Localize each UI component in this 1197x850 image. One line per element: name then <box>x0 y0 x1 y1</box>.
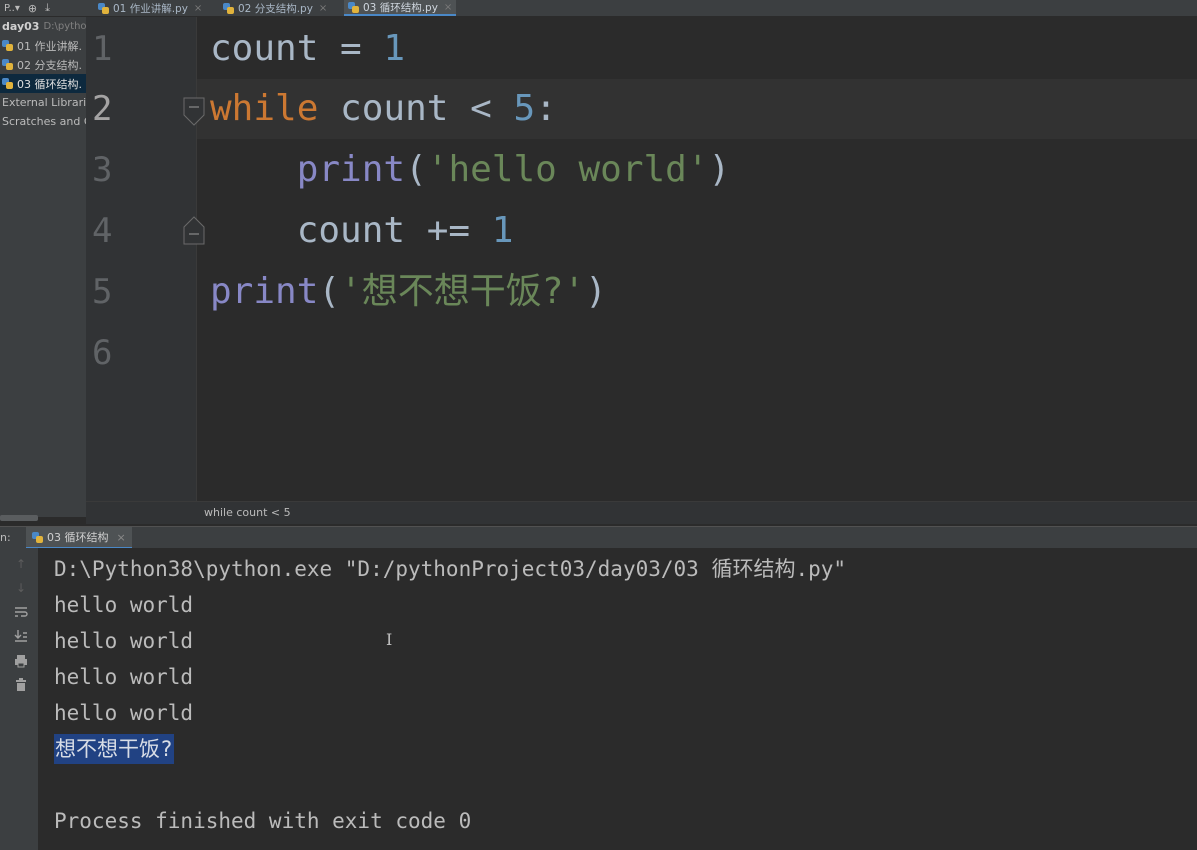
operator: += <box>426 210 492 251</box>
folder-path: D:\pytho <box>43 21 86 32</box>
project-view-dropdown[interactable]: P..▾ <box>4 3 20 14</box>
line-number: 5 <box>92 272 113 312</box>
string-literal: '想不想干饭?' <box>340 271 586 312</box>
code-line-4: count += 1 <box>210 201 514 261</box>
tree-item-label: 02 分支结构. <box>17 58 82 72</box>
operator: < <box>470 88 514 129</box>
code-line-3: print('hello world') <box>210 140 731 200</box>
soft-wrap-icon[interactable] <box>12 605 30 621</box>
identifier: count <box>318 88 471 129</box>
line-number: 6 <box>92 333 113 373</box>
project-tree: day03 D:\pytho 01 作业讲解. 02 分支结构. 03 循环结构… <box>0 17 86 517</box>
python-file-icon <box>2 40 13 51</box>
run-tab-03-loop[interactable]: 03 循环结构 × <box>26 527 132 549</box>
arrow-down-icon[interactable]: ↓ <box>12 580 30 596</box>
code-line-5: print('想不想干饭?') <box>210 262 607 322</box>
colon: : <box>535 88 557 129</box>
operator: = <box>318 28 384 69</box>
run-label: n: <box>0 531 11 544</box>
keyword: while <box>210 88 319 129</box>
tab-02-branch[interactable]: 02 分支结构.py × <box>219 0 331 16</box>
collapse-icon[interactable]: ⤓ <box>45 1 50 15</box>
line-number: 4 <box>92 211 113 251</box>
trash-icon[interactable] <box>12 678 30 694</box>
python-file-icon <box>2 78 13 89</box>
tree-scratches[interactable]: Scratches and C <box>0 112 86 131</box>
python-file-icon <box>32 531 43 543</box>
close-icon[interactable]: × <box>117 531 126 544</box>
code-line-2: while count < 5: <box>210 79 557 139</box>
run-console-output[interactable]: D:\Python38\python.exe "D:/pythonProject… <box>38 548 1197 850</box>
run-tab-label: 03 循环结构 <box>47 531 109 544</box>
breadcrumb[interactable]: while count < 5 <box>86 501 1197 524</box>
builtin-function: print <box>296 149 406 190</box>
tab-label: 01 作业讲解.py <box>113 2 188 15</box>
fold-open-icon[interactable] <box>183 97 205 127</box>
python-file-icon <box>223 2 234 14</box>
arrow-up-icon[interactable]: ↑ <box>12 556 30 572</box>
locate-icon[interactable]: ⊕ <box>28 2 37 15</box>
builtin-function: print <box>210 271 319 312</box>
python-file-icon <box>348 1 359 13</box>
tree-item-label: 03 循环结构. <box>17 77 82 91</box>
print-icon[interactable] <box>12 654 30 670</box>
code-line-1: count = 1 <box>210 19 405 79</box>
tab-01-homework[interactable]: 01 作业讲解.py × <box>94 0 206 16</box>
tab-label: 02 分支结构.py <box>238 2 313 15</box>
close-icon[interactable]: × <box>319 3 327 14</box>
tree-item-03[interactable]: 03 循环结构. <box>0 74 86 93</box>
project-view-header: P..▾ ⊕ ⤓ <box>0 0 86 16</box>
string-literal: 'hello world' <box>426 149 709 190</box>
tree-external-libraries[interactable]: External Librari <box>0 93 86 112</box>
console-line: hello world <box>54 593 194 617</box>
tree-item-01[interactable]: 01 作业讲解. <box>0 36 86 55</box>
tree-root-day03[interactable]: day03 D:\pytho <box>0 17 86 36</box>
paren: ) <box>585 271 607 312</box>
python-file-icon <box>98 2 109 14</box>
run-tool-window-header: n: 03 循环结构 × <box>0 526 1197 549</box>
tree-item-label: Scratches and C <box>2 115 86 128</box>
number-literal: 5 <box>513 88 536 129</box>
console-line-command: D:\Python38\python.exe "D:/pythonProject… <box>54 557 847 581</box>
close-icon[interactable]: × <box>194 3 202 14</box>
line-number: 3 <box>92 150 113 190</box>
line-number: 1 <box>92 29 113 69</box>
console-line: hello world <box>54 701 194 725</box>
tree-item-label: 01 作业讲解. <box>17 39 82 53</box>
horizontal-scrollbar[interactable] <box>0 515 38 521</box>
number-literal: 1 <box>491 210 514 251</box>
tab-label: 03 循环结构.py <box>363 1 438 14</box>
identifier: count <box>210 28 319 69</box>
tree-item-02[interactable]: 02 分支结构. <box>0 55 86 74</box>
scroll-to-end-icon[interactable] <box>12 629 30 645</box>
close-icon[interactable]: × <box>444 2 452 13</box>
line-number: 2 <box>92 89 113 129</box>
text-cursor-icon: I <box>386 630 393 649</box>
python-file-icon <box>2 59 13 70</box>
identifier: count <box>296 210 427 251</box>
tab-03-loop[interactable]: 03 循环结构.py × <box>344 0 457 16</box>
paren: ( <box>405 149 427 190</box>
editor-tab-bar: P..▾ ⊕ ⤓ 01 作业讲解.py × 02 分支结构.py × 03 循环… <box>0 0 1197 17</box>
breadcrumb-item[interactable]: while count < 5 <box>204 506 291 519</box>
run-toolbar: ↑ ↓ <box>0 548 39 850</box>
console-line-exit: Process finished with exit code 0 <box>54 809 472 833</box>
folder-name: day03 <box>2 20 40 33</box>
number-literal: 1 <box>383 28 406 69</box>
code-editor[interactable]: 1 2 3 4 5 6 count = 1 while count < 5: p… <box>86 17 1197 501</box>
console-line: hello world <box>54 665 194 689</box>
console-line-selected: 想不想干饭? <box>54 734 174 764</box>
paren: ) <box>708 149 731 190</box>
paren: ( <box>318 271 341 312</box>
tree-item-label: External Librari <box>2 96 86 109</box>
console-line: hello world <box>54 629 194 653</box>
fold-end-icon[interactable] <box>183 215 205 245</box>
